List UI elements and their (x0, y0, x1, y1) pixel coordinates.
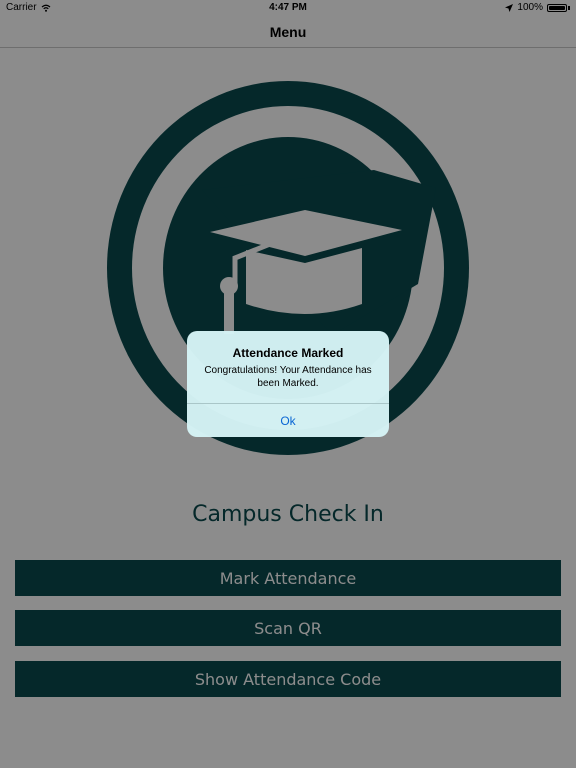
alert-message: Congratulations! Your Attendance has bee… (204, 365, 372, 389)
alert-title: Attendance Marked (232, 346, 344, 360)
alert-ok-button[interactable]: Ok (187, 404, 389, 437)
alert-dialog: Attendance Marked Congratulations! Your … (187, 331, 389, 437)
